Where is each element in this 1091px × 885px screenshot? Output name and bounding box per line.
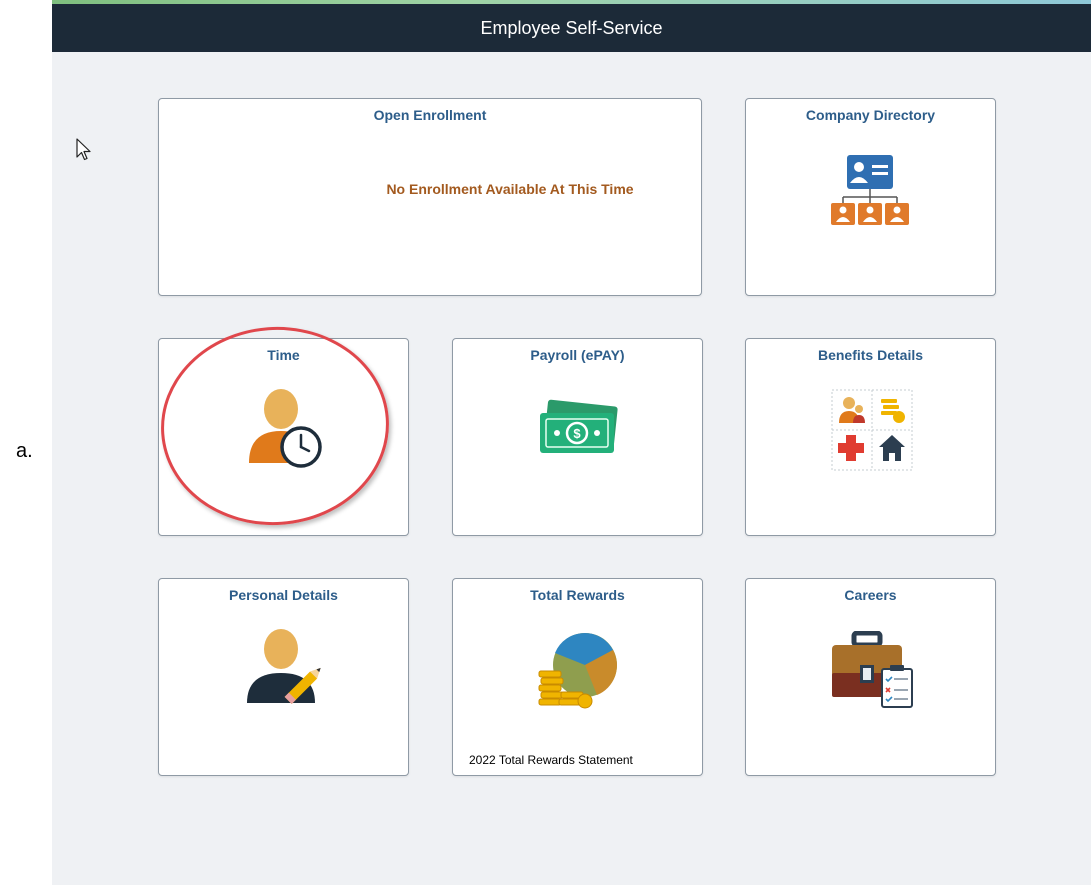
svg-text:$: $ [573,426,581,441]
tile-payroll[interactable]: Payroll (ePAY) $ [452,338,703,536]
tile-open-enrollment[interactable]: Open Enrollment No Enrollment Available … [158,98,702,296]
tile-title: Careers [844,587,897,603]
header-bar: Employee Self-Service [52,4,1091,52]
tile-total-rewards[interactable]: Total Rewards 2022 Total Rewards Stateme… [452,578,703,776]
page-title: Employee Self-Service [480,17,663,38]
tile-time[interactable]: Time [158,338,409,536]
enrollment-message: No Enrollment Available At This Time [159,181,701,197]
tile-title: Open Enrollment [373,107,487,123]
person-clock-icon [249,389,322,468]
tile-company-directory[interactable]: Company Directory [745,98,996,296]
tile-careers[interactable]: Careers [745,578,996,776]
enrollment-message-text: No Enrollment Available At This Time [386,181,634,197]
tile-personal-details[interactable]: Personal Details [158,578,409,776]
tile-title: Time [267,347,300,363]
mouse-cursor-icon [76,138,91,161]
org-chart-icon [831,155,909,225]
tile-title: Company Directory [805,107,936,123]
tile-title: Payroll (ePAY) [530,347,625,363]
tile-benefits-details[interactable]: Benefits Details [745,338,996,536]
person-pencil-icon [247,629,321,704]
tile-title: Personal Details [229,587,338,603]
tile-title: Benefits Details [817,347,924,363]
pie-coins-icon [538,632,617,709]
benefits-grid-icon [831,389,913,471]
step-label: a. [16,440,33,462]
briefcase-icon [832,631,913,708]
money-icon: $ [540,399,618,453]
rewards-statement-link[interactable]: 2022 Total Rewards Statement [469,753,633,767]
tile-title: Total Rewards [530,587,625,603]
